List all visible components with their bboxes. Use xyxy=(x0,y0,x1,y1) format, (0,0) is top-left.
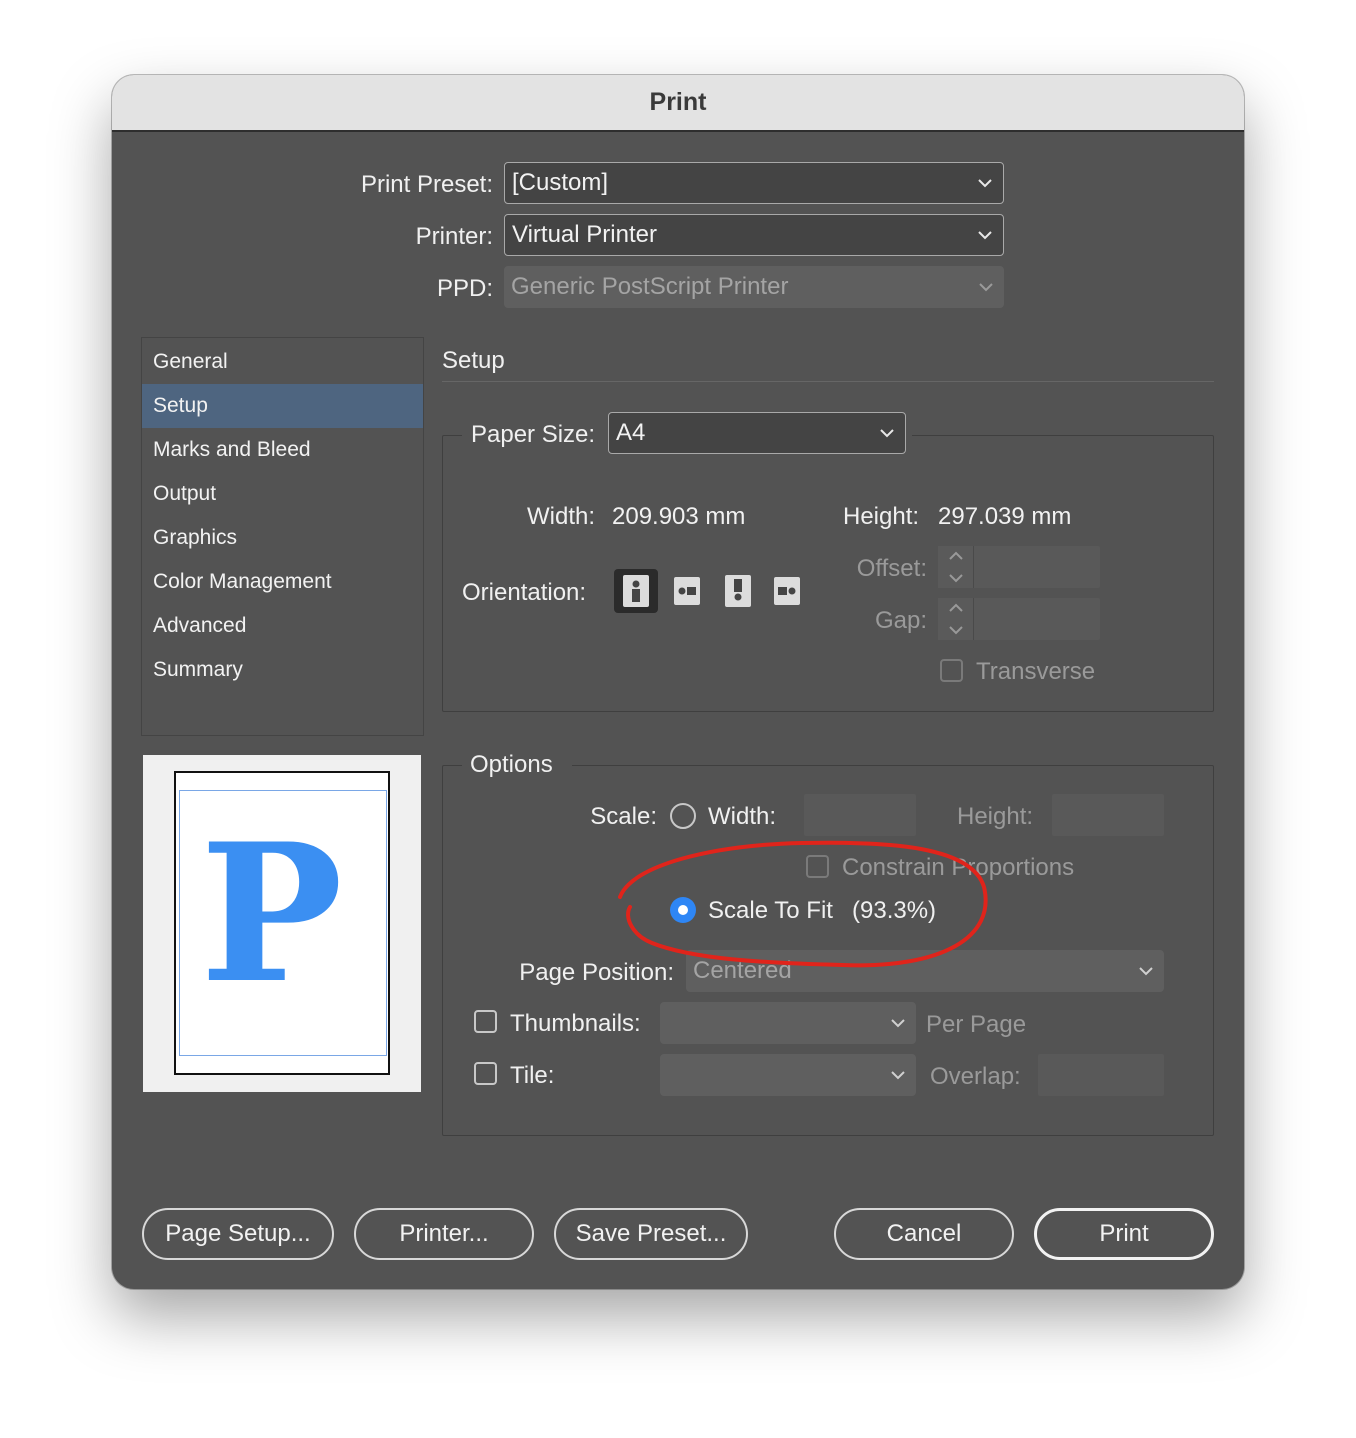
category-marks-and-bleed[interactable]: Marks and Bleed xyxy=(142,428,423,472)
print-button[interactable]: Print xyxy=(1034,1208,1214,1260)
scale-to-fit-value: (93.3%) xyxy=(852,897,937,924)
paper-size-value: A4 xyxy=(616,419,646,446)
thumbnails-checkbox[interactable] xyxy=(474,1010,497,1033)
scale-width-field xyxy=(804,794,916,836)
print-preset-label: Print Preset: xyxy=(360,171,493,198)
category-color-management[interactable]: Color Management xyxy=(142,560,423,604)
chevron-down-icon xyxy=(879,428,895,438)
setup-section-title: Setup xyxy=(442,347,505,374)
offset-label: Offset: xyxy=(856,555,927,582)
category-list: General Setup Marks and Bleed Output Gra… xyxy=(141,337,424,736)
orientation-label: Orientation: xyxy=(462,579,587,606)
transverse-label: Transverse xyxy=(976,658,1096,685)
tile-checkbox[interactable] xyxy=(474,1062,497,1085)
category-general[interactable]: General xyxy=(142,340,423,384)
scale-label: Scale: xyxy=(590,803,657,830)
per-page-label: Per Page xyxy=(926,1011,1027,1038)
page-setup-button[interactable]: Page Setup... xyxy=(142,1208,334,1260)
transverse-checkbox xyxy=(940,659,963,682)
scale-to-fit-radio[interactable] xyxy=(670,897,696,923)
offset-stepper xyxy=(938,546,974,588)
chevron-down-icon xyxy=(1138,966,1154,976)
paper-width-label: Width: xyxy=(527,503,596,530)
gap-stepper xyxy=(938,598,974,640)
chevron-down-icon xyxy=(978,282,994,292)
chevron-down-icon xyxy=(977,230,993,240)
gap-label: Gap: xyxy=(874,607,927,634)
printer-button[interactable]: Printer... xyxy=(354,1208,534,1260)
reverse-landscape-icon[interactable] xyxy=(765,569,809,613)
ppd-select: Generic PostScript Printer xyxy=(504,266,1004,308)
overlap-field xyxy=(1038,1054,1164,1096)
constrain-proportions-label: Constrain Proportions xyxy=(842,854,1075,881)
setup-divider xyxy=(442,381,1214,382)
paper-size-select[interactable]: A4 xyxy=(608,412,906,454)
portrait-icon[interactable] xyxy=(614,569,658,613)
category-output[interactable]: Output xyxy=(142,472,423,516)
tile-select xyxy=(660,1054,916,1096)
tile-label: Tile: xyxy=(510,1062,555,1089)
scale-height-label: Height: xyxy=(957,803,1034,830)
print-preview: P xyxy=(143,755,421,1092)
print-dialog: Print Print Preset: [Custom] Printer: Vi… xyxy=(112,75,1244,1289)
overlap-label: Overlap: xyxy=(930,1063,1021,1090)
printer-select[interactable]: Virtual Printer xyxy=(504,214,1004,256)
print-preset-select[interactable]: [Custom] xyxy=(504,162,1004,204)
paper-width-value: 209.903 mm xyxy=(612,503,746,530)
scale-height-field xyxy=(1052,794,1164,836)
scale-width-label: Width: xyxy=(708,803,777,830)
category-setup[interactable]: Setup xyxy=(142,384,423,428)
paper-height-label: Height: xyxy=(843,503,920,530)
chevron-down-icon xyxy=(977,178,993,188)
paper-size-label: Paper Size: xyxy=(471,421,596,448)
page-position-select: Centered xyxy=(686,950,1164,992)
thumbnails-label: Thumbnails: xyxy=(510,1010,641,1037)
reverse-portrait-icon[interactable] xyxy=(716,569,760,613)
printer-value: Virtual Printer xyxy=(512,221,657,248)
landscape-icon[interactable] xyxy=(665,569,709,613)
printer-label: Printer: xyxy=(415,223,493,250)
preview-glyph: P xyxy=(200,802,343,1025)
category-graphics[interactable]: Graphics xyxy=(142,516,423,560)
scale-width-radio[interactable] xyxy=(670,803,696,829)
category-advanced[interactable]: Advanced xyxy=(142,604,423,648)
page-position-value: Centered xyxy=(693,957,792,984)
thumbnails-select xyxy=(660,1002,916,1044)
ppd-value: Generic PostScript Printer xyxy=(511,273,789,300)
options-section-title: Options xyxy=(470,751,553,778)
print-preset-value: [Custom] xyxy=(512,169,609,196)
chevron-down-icon xyxy=(890,1070,906,1080)
scale-to-fit-label: Scale To Fit xyxy=(708,897,833,924)
category-summary[interactable]: Summary xyxy=(142,648,423,692)
constrain-proportions-checkbox xyxy=(806,855,829,878)
save-preset-button[interactable]: Save Preset... xyxy=(554,1208,748,1260)
preview-paper: P xyxy=(174,771,390,1075)
paper-height-value: 297.039 mm xyxy=(938,503,1072,530)
ppd-label: PPD: xyxy=(436,275,493,302)
preview-printable-area: P xyxy=(179,790,387,1056)
chevron-down-icon xyxy=(890,1018,906,1028)
page-position-label: Page Position: xyxy=(519,959,674,986)
cancel-button[interactable]: Cancel xyxy=(834,1208,1014,1260)
window-title: Print xyxy=(112,75,1244,132)
